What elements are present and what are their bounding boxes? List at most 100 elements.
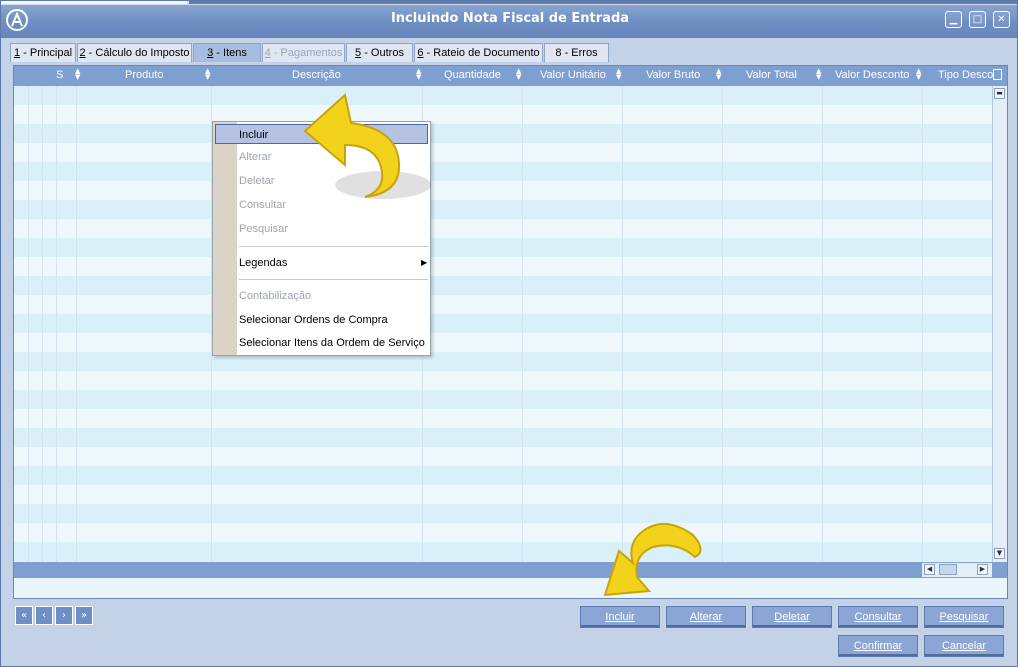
grid-rows [14,86,992,562]
table-row[interactable] [14,200,992,219]
tab-outros[interactable]: 5 - Outros [346,43,413,62]
table-row[interactable] [14,162,992,181]
col-header-quantidade[interactable]: Quantidade [444,69,501,81]
grid-col-divider [76,86,77,562]
table-row[interactable] [14,181,992,200]
menu-separator [239,279,428,280]
vertical-scrollbar[interactable]: ▬ ▼ [992,86,1007,562]
table-row[interactable] [14,409,992,428]
menu-item-selecionar-itens-ordem-servico[interactable]: Selecionar Itens da Ordem de Serviço [239,333,425,353]
table-row[interactable] [14,257,992,276]
title-bar: Incluindo Nota Fiscal de Entrada ▁ □ ✕ [1,1,1017,38]
tab-rateio-documento[interactable]: 6 - Rateio de Documento [414,43,543,62]
scroll-up-icon[interactable]: ▬ [994,88,1005,99]
menu-item-consultar[interactable]: Consultar [239,195,286,215]
grid-col-divider [822,86,823,562]
menu-item-selecionar-ordens-compra[interactable]: Selecionar Ordens de Compra [239,310,388,330]
top-strip [1,1,1017,5]
confirmar-button[interactable]: Confirmar [838,635,918,657]
table-row[interactable] [14,238,992,257]
sort-icon[interactable]: ▲ ▼ [816,68,826,81]
table-row[interactable] [14,143,992,162]
next-record-button[interactable]: › [55,606,73,625]
items-grid[interactable]: S ▲ ▼ Produto ▲ ▼ Descrição ▲ ▼ Quantidade … [13,65,1008,599]
table-row[interactable] [14,466,992,485]
grid-col-divider [56,86,57,562]
sort-icon[interactable]: ▲ ▼ [616,68,626,81]
scroll-right-icon[interactable]: ▶ [977,564,988,575]
col-header-descricao[interactable]: Descrição [292,69,341,81]
sort-icon[interactable]: ▲ ▼ [205,68,215,81]
sort-icon[interactable]: ▲ ▼ [516,68,526,81]
scroll-thumb[interactable] [939,564,957,575]
table-row[interactable] [14,523,992,542]
menu-item-legendas[interactable]: Legendas ▶ [239,253,428,273]
deletar-button[interactable]: Deletar [752,606,832,628]
grid-col-divider [28,86,29,562]
tab-pagamentos[interactable]: 4 - Pagamentos [262,43,345,62]
last-record-button[interactable]: » [75,606,93,625]
table-row[interactable] [14,447,992,466]
sort-icon[interactable]: ▲ ▼ [716,68,726,81]
col-header-s[interactable]: S [56,69,63,81]
tab-calculo-imposto[interactable]: 2 - Cálculo do Imposto [77,43,192,62]
col-header-valor-total[interactable]: Valor Total [746,69,797,81]
table-row[interactable] [14,333,992,352]
close-button[interactable]: ✕ [993,11,1010,28]
col-header-valor-desconto[interactable]: Valor Desconto [835,69,909,81]
col-header-tipo-desconto[interactable]: Tipo Desco [938,69,993,81]
scroll-left-icon[interactable]: ◀ [924,564,935,575]
scroll-down-icon[interactable]: ▼ [994,548,1005,559]
tab-itens[interactable]: 3 - Itens [193,43,261,62]
sort-icon[interactable]: ▲ ▼ [75,68,85,81]
horizontal-scrollbar[interactable]: ◀ ▶ [922,563,992,577]
grid-footer-bar [14,562,1007,578]
maximize-button[interactable]: □ [969,11,986,28]
main-window: Incluindo Nota Fiscal de Entrada ▁ □ ✕ 1… [0,0,1018,667]
col-header-produto[interactable]: Produto [125,69,164,81]
table-row[interactable] [14,542,992,561]
table-row[interactable] [14,352,992,371]
window-title: Incluindo Nota Fiscal de Entrada [390,11,630,26]
table-row[interactable] [14,390,992,409]
grid-header: S ▲ ▼ Produto ▲ ▼ Descrição ▲ ▼ Quantidade … [14,66,1007,86]
grid-col-divider [922,86,923,562]
col-header-valor-unitario[interactable]: Valor Unitário [540,69,606,81]
table-row[interactable] [14,314,992,333]
table-row[interactable] [14,86,992,105]
tab-principal[interactable]: 1 - Principal [10,43,76,62]
sort-icon[interactable]: ▲ ▼ [916,68,926,81]
table-row[interactable] [14,371,992,390]
menu-separator [239,246,428,247]
first-record-button[interactable]: « [15,606,33,625]
grid-col-divider [622,86,623,562]
menu-item-contabilizacao[interactable]: Contabilização [239,286,311,306]
table-row[interactable] [14,105,992,124]
submenu-arrow-icon: ▶ [421,258,428,267]
table-row[interactable] [14,276,992,295]
col-header-valor-bruto[interactable]: Valor Bruto [646,69,700,81]
pesquisar-button[interactable]: Pesquisar [924,606,1004,628]
menu-item-pesquisar[interactable]: Pesquisar [239,219,288,239]
table-row[interactable] [14,485,992,504]
sort-icon[interactable]: ▲ ▼ [416,68,426,81]
highlight-arrow-icon [303,93,431,199]
table-row[interactable] [14,295,992,314]
menu-gutter [213,122,237,355]
tab-erros[interactable]: 8 - Erros [544,43,609,62]
table-row[interactable] [14,504,992,523]
table-row[interactable] [14,219,992,238]
menu-item-legendas-label: Legendas [239,257,288,269]
previous-record-button[interactable]: ‹ [35,606,53,625]
highlight-arrow-icon [603,523,702,597]
consultar-button[interactable]: Consultar [838,606,918,628]
table-row[interactable] [14,124,992,143]
table-row[interactable] [14,428,992,447]
grid-col-divider [42,86,43,562]
menu-item-deletar[interactable]: Deletar [239,171,274,191]
column-settings-icon[interactable] [993,69,1002,80]
cancelar-button[interactable]: Cancelar [924,635,1004,657]
grid-col-divider [522,86,523,562]
minimize-button[interactable]: ▁ [945,11,962,28]
menu-item-alterar[interactable]: Alterar [239,147,271,167]
